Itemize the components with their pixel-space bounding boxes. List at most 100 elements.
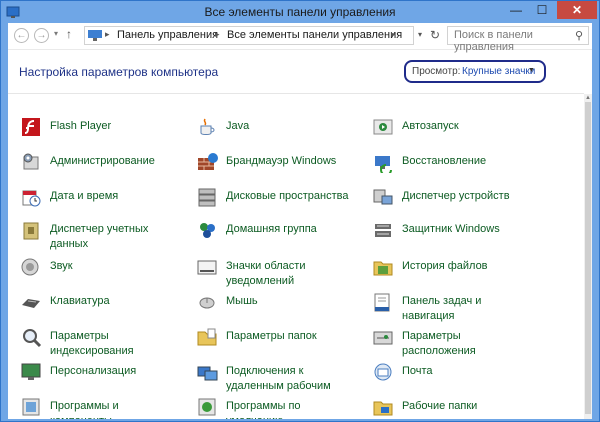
item-programs[interactable]: Программы икомпоненты [20, 398, 190, 419]
breadcrumb-control-panel[interactable]: Панель управления [117, 29, 218, 41]
item-keyboard[interactable]: Клавиатура [20, 294, 190, 324]
item-label[interactable]: Параметры папок [226, 329, 317, 344]
vertical-scrollbar[interactable]: ▲ [584, 94, 592, 419]
item-label[interactable]: Звук [50, 259, 73, 274]
item-label-line1[interactable]: Клавиатура [50, 294, 110, 309]
item-label[interactable]: Java [226, 119, 249, 134]
item-defender[interactable]: Защитник Windows [372, 222, 542, 252]
breadcrumb-all-items[interactable]: Все элементы панели управления [227, 29, 402, 41]
item-default-programs[interactable]: Программы поумолчанию [196, 398, 366, 419]
item-label-line2[interactable]: компоненты [50, 414, 119, 419]
item-label-line2[interactable]: умолчанию [226, 414, 301, 419]
search-input[interactable]: Поиск в панели управления ⚲ [447, 26, 589, 53]
item-label[interactable]: Рабочие папки [402, 399, 477, 414]
refresh-button[interactable]: ↻ [427, 26, 443, 45]
item-label-line1[interactable]: Диспетчер учетных [50, 222, 148, 237]
item-java[interactable]: Java [196, 118, 366, 149]
item-label[interactable]: Администрирование [50, 154, 155, 169]
item-label-line2[interactable]: удаленным рабочим [226, 379, 331, 394]
item-label-line1[interactable]: Параметры [402, 329, 476, 344]
item-label-line1[interactable]: Домашняя группа [226, 222, 317, 237]
item-label[interactable]: Автозапуск [402, 119, 459, 134]
breadcrumb-separator[interactable]: ▸ [391, 29, 396, 40]
item-work-folders[interactable]: Рабочие папки [372, 399, 542, 419]
item-label-line1[interactable]: Java [226, 119, 249, 134]
item-label[interactable]: История файлов [402, 259, 488, 274]
address-bar[interactable]: ▸ Панель управления ▸ Все элементы панел… [84, 26, 414, 45]
item-notification-icons[interactable]: Значки области уведомлений [196, 259, 366, 289]
item-label[interactable]: Мышь [226, 294, 258, 309]
item-label-line1[interactable]: Дата и время [50, 189, 118, 204]
recent-locations-dropdown[interactable]: ▾ [54, 29, 58, 38]
up-button[interactable]: ↑ [66, 27, 72, 41]
item-label[interactable]: Восстановление [402, 154, 486, 169]
item-label-line1[interactable]: Параметры папок [226, 329, 317, 344]
view-by-selector[interactable]: Просмотр: Крупные значки ▼ [404, 60, 546, 83]
item-location[interactable]: Параметры расположения [372, 329, 542, 359]
title-bar[interactable]: Все элементы панели управления — ☐ ✕ [1, 1, 599, 23]
item-label-line1[interactable]: Мышь [226, 294, 258, 309]
item-label-line2[interactable]: уведомлений [226, 274, 305, 289]
item-label-line1[interactable]: Flash Player [50, 119, 111, 134]
minimize-button[interactable]: — [503, 1, 529, 19]
item-label-line1[interactable]: Брандмауэр Windows [226, 154, 336, 169]
item-label-line1[interactable]: Восстановление [402, 154, 486, 169]
address-dropdown-button[interactable]: ▾ [418, 30, 422, 39]
item-label-line1[interactable]: Подключения к [226, 364, 331, 379]
item-label[interactable]: Параметры индексирования [50, 329, 134, 359]
view-by-dropdown-arrow[interactable]: ▼ [528, 67, 535, 74]
item-label[interactable]: Программы поумолчанию [226, 399, 301, 419]
item-label-line1[interactable]: Рабочие папки [402, 399, 477, 414]
item-label[interactable]: Защитник Windows [402, 222, 500, 237]
item-folder-options[interactable]: Параметры папок [196, 328, 366, 359]
item-mail[interactable]: Почта [372, 363, 542, 394]
item-label-line1[interactable]: Параметры [50, 329, 134, 344]
back-button[interactable]: ← [14, 28, 29, 43]
item-label-line1[interactable]: История файлов [402, 259, 488, 274]
item-label-line2[interactable]: индексирования [50, 344, 134, 359]
item-indexing[interactable]: Параметры индексирования [20, 329, 190, 359]
item-personalization[interactable]: Персонализация [20, 363, 190, 394]
item-label[interactable]: Программы икомпоненты [50, 399, 119, 419]
item-datetime[interactable]: Дата и время [20, 189, 190, 219]
item-label-line1[interactable]: Звук [50, 259, 73, 274]
item-label-line1[interactable]: Программы по [226, 399, 301, 414]
scrollbar-thumb[interactable] [585, 102, 591, 414]
item-flash[interactable]: Flash Player [20, 118, 190, 149]
item-label-line1[interactable]: Почта [402, 364, 433, 379]
item-label[interactable]: Панель задач и навигация [402, 294, 481, 324]
item-label[interactable]: Клавиатура [50, 294, 110, 309]
item-autoplay[interactable]: Автозапуск [372, 119, 542, 149]
item-label[interactable]: Диспетчер устройств [402, 189, 510, 204]
item-device-manager[interactable]: Диспетчер устройств [372, 189, 542, 219]
forward-button[interactable]: → [34, 28, 49, 43]
breadcrumb-separator[interactable]: ▸ [215, 29, 220, 40]
item-label[interactable]: Дисковые пространства [226, 189, 349, 204]
item-label-line2[interactable]: данных [50, 237, 148, 252]
item-label-line2[interactable]: навигация [402, 309, 481, 324]
item-label[interactable]: Диспетчер учетных данных [50, 222, 148, 252]
item-label-line1[interactable]: Диспетчер устройств [402, 189, 510, 204]
item-label-line1[interactable]: Панель задач и [402, 294, 481, 309]
item-label-line1[interactable]: Программы и [50, 399, 119, 414]
breadcrumb-separator[interactable]: ▸ [105, 29, 110, 40]
item-admin-tools[interactable]: Администрирование [20, 153, 190, 184]
item-homegroup[interactable]: Домашняя группа [196, 222, 366, 252]
view-by-value[interactable]: Крупные значки [462, 66, 535, 77]
scroll-up-arrow[interactable]: ▲ [585, 95, 591, 101]
item-label-line2[interactable]: расположения [402, 344, 476, 359]
item-sound[interactable]: Звук [20, 258, 190, 289]
item-label[interactable]: Подключения к удаленным рабочим [226, 364, 331, 394]
item-label[interactable]: Домашняя группа [226, 222, 317, 237]
item-label-line1[interactable]: Автозапуск [402, 119, 459, 134]
item-label-line1[interactable]: Персонализация [50, 364, 136, 379]
maximize-button[interactable]: ☐ [529, 1, 555, 19]
item-label[interactable]: Почта [402, 364, 433, 379]
search-icon[interactable]: ⚲ [575, 29, 583, 42]
item-label[interactable]: Персонализация [50, 364, 136, 379]
item-label-line1[interactable]: Значки области [226, 259, 305, 274]
item-recovery[interactable]: Восстановление [372, 154, 542, 184]
item-remote-connections[interactable]: Подключения к удаленным рабочим [196, 364, 366, 394]
item-label-line1[interactable]: Администрирование [50, 154, 155, 169]
item-file-history[interactable]: История файлов [372, 259, 542, 289]
